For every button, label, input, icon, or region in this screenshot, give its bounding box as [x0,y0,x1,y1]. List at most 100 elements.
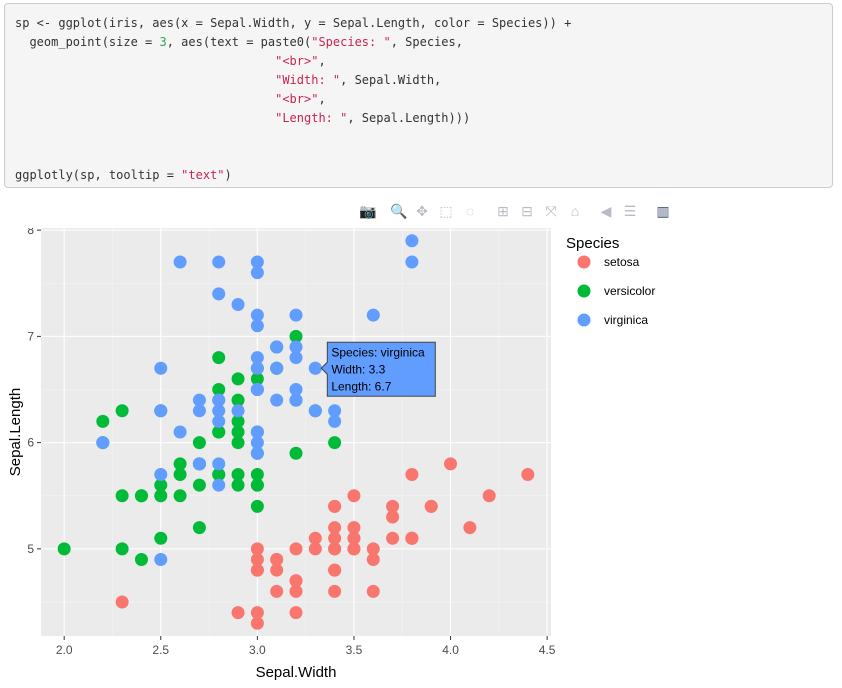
data-point-virginica[interactable] [212,457,226,471]
data-point-virginica[interactable] [250,308,264,322]
data-point-setosa[interactable] [347,542,361,556]
data-point-virginica[interactable] [231,298,245,311]
data-point-virginica[interactable] [405,234,419,248]
data-point-virginica[interactable] [212,287,226,301]
data-point-virginica[interactable] [270,340,284,354]
data-point-virginica[interactable] [154,361,168,375]
legend-item-setosa[interactable]: setosa [577,255,640,269]
data-point-setosa[interactable] [270,584,284,598]
legend-item-virginica[interactable]: virginica [577,313,649,327]
data-point-virginica[interactable] [289,308,303,322]
box-select-icon[interactable]: ⬚ [438,203,454,219]
data-point-virginica[interactable] [250,255,264,269]
data-point-virginica[interactable] [366,308,380,322]
zoom-icon[interactable]: 🔍 [390,203,407,219]
data-point-virginica[interactable] [308,404,322,418]
data-point-virginica[interactable] [328,414,342,428]
data-point-setosa[interactable] [463,521,477,535]
data-point-versicolor[interactable] [231,436,245,450]
data-point-versicolor[interactable] [212,351,226,365]
data-point-setosa[interactable] [115,595,129,609]
data-point-setosa[interactable] [482,489,496,503]
data-point-virginica[interactable] [212,404,226,418]
data-point-virginica[interactable] [212,255,226,269]
data-point-versicolor[interactable] [57,542,71,556]
data-point-versicolor[interactable] [96,414,110,428]
data-point-virginica[interactable] [192,457,206,471]
plotly-logo-icon[interactable]: ▥ [655,203,671,219]
data-point-setosa[interactable] [424,499,438,513]
data-point-setosa[interactable] [405,531,419,545]
legend-item-versicolor[interactable]: versicolor [577,284,656,298]
data-point-setosa[interactable] [250,606,264,620]
data-point-virginica[interactable] [96,436,110,450]
data-point-setosa[interactable] [328,531,342,545]
data-point-versicolor[interactable] [192,436,206,450]
data-point-setosa[interactable] [366,553,380,566]
data-point-setosa[interactable] [250,542,264,556]
hover-compare-icon[interactable]: ☰ [622,203,638,219]
data-point-versicolor[interactable] [134,489,148,503]
data-point-versicolor[interactable] [115,542,129,556]
data-point-setosa[interactable] [270,553,284,566]
data-point-setosa[interactable] [386,510,400,524]
autoscale-icon[interactable]: ⤧ [543,203,559,219]
data-point-setosa[interactable] [444,457,458,471]
data-point-setosa[interactable] [328,563,342,577]
lasso-select-icon[interactable]: ◌ [462,203,478,219]
data-point-setosa[interactable] [328,584,342,598]
data-point-setosa[interactable] [386,531,400,545]
data-point-virginica[interactable] [154,468,168,481]
data-point-versicolor[interactable] [192,478,206,492]
data-point-versicolor[interactable] [231,372,245,386]
data-point-versicolor[interactable] [154,531,168,545]
data-point-setosa[interactable] [231,606,245,620]
zoom-out-icon[interactable]: ⊟ [519,203,535,219]
data-point-virginica[interactable] [154,553,168,566]
data-point-virginica[interactable] [250,446,264,460]
data-point-setosa[interactable] [289,606,303,620]
data-point-virginica[interactable] [405,255,419,269]
hover-closest-icon[interactable]: ◀ [598,203,614,219]
data-point-virginica[interactable] [289,351,303,365]
data-point-setosa[interactable] [289,542,303,556]
scatter-chart[interactable]: 2.0 2.5 3.0 3.5 4.0 4.5 5 6 7 8 Sepal.Width Sepa… [0,228,842,688]
data-point-virginica[interactable] [250,361,264,375]
data-point-setosa[interactable] [250,563,264,577]
pan-icon[interactable]: ✥ [414,203,430,219]
data-point-versicolor[interactable] [173,457,187,471]
data-point-setosa[interactable] [328,499,342,513]
data-point-virginica[interactable] [289,393,303,407]
data-point-setosa[interactable] [308,542,322,556]
data-point-virginica[interactable] [212,478,226,492]
data-point-virginica[interactable] [154,404,168,418]
data-point-virginica[interactable] [270,393,284,407]
data-point-setosa[interactable] [405,468,419,481]
data-point-versicolor[interactable] [192,521,206,535]
data-point-versicolor[interactable] [289,446,303,460]
camera-icon[interactable]: 📷 [359,203,376,219]
data-point-versicolor[interactable] [173,489,187,503]
data-point-versicolor[interactable] [250,468,264,481]
zoom-in-icon[interactable]: ⊞ [495,203,511,219]
data-point-versicolor[interactable] [115,489,129,503]
data-point-versicolor[interactable] [115,404,129,418]
data-point-setosa[interactable] [521,468,535,481]
data-point-versicolor[interactable] [231,468,245,481]
data-point-setosa[interactable] [347,489,361,503]
data-point-virginica[interactable] [250,383,264,396]
data-point-virginica[interactable] [192,404,206,418]
data-point-setosa[interactable] [289,584,303,598]
data-point-versicolor[interactable] [154,489,168,503]
data-point-setosa[interactable] [366,584,380,598]
data-point-virginica[interactable] [173,425,187,439]
data-point-virginica[interactable] [231,404,245,418]
data-point-versicolor[interactable] [134,553,148,566]
data-point-virginica[interactable] [173,255,187,269]
reset-axes-icon[interactable]: ⌂ [567,203,583,219]
data-point-versicolor[interactable] [328,436,342,450]
data-point-virginica[interactable] [308,361,322,375]
data-point-setosa[interactable] [347,521,361,535]
data-point-virginica[interactable] [270,361,284,375]
data-point-versicolor[interactable] [250,499,264,513]
